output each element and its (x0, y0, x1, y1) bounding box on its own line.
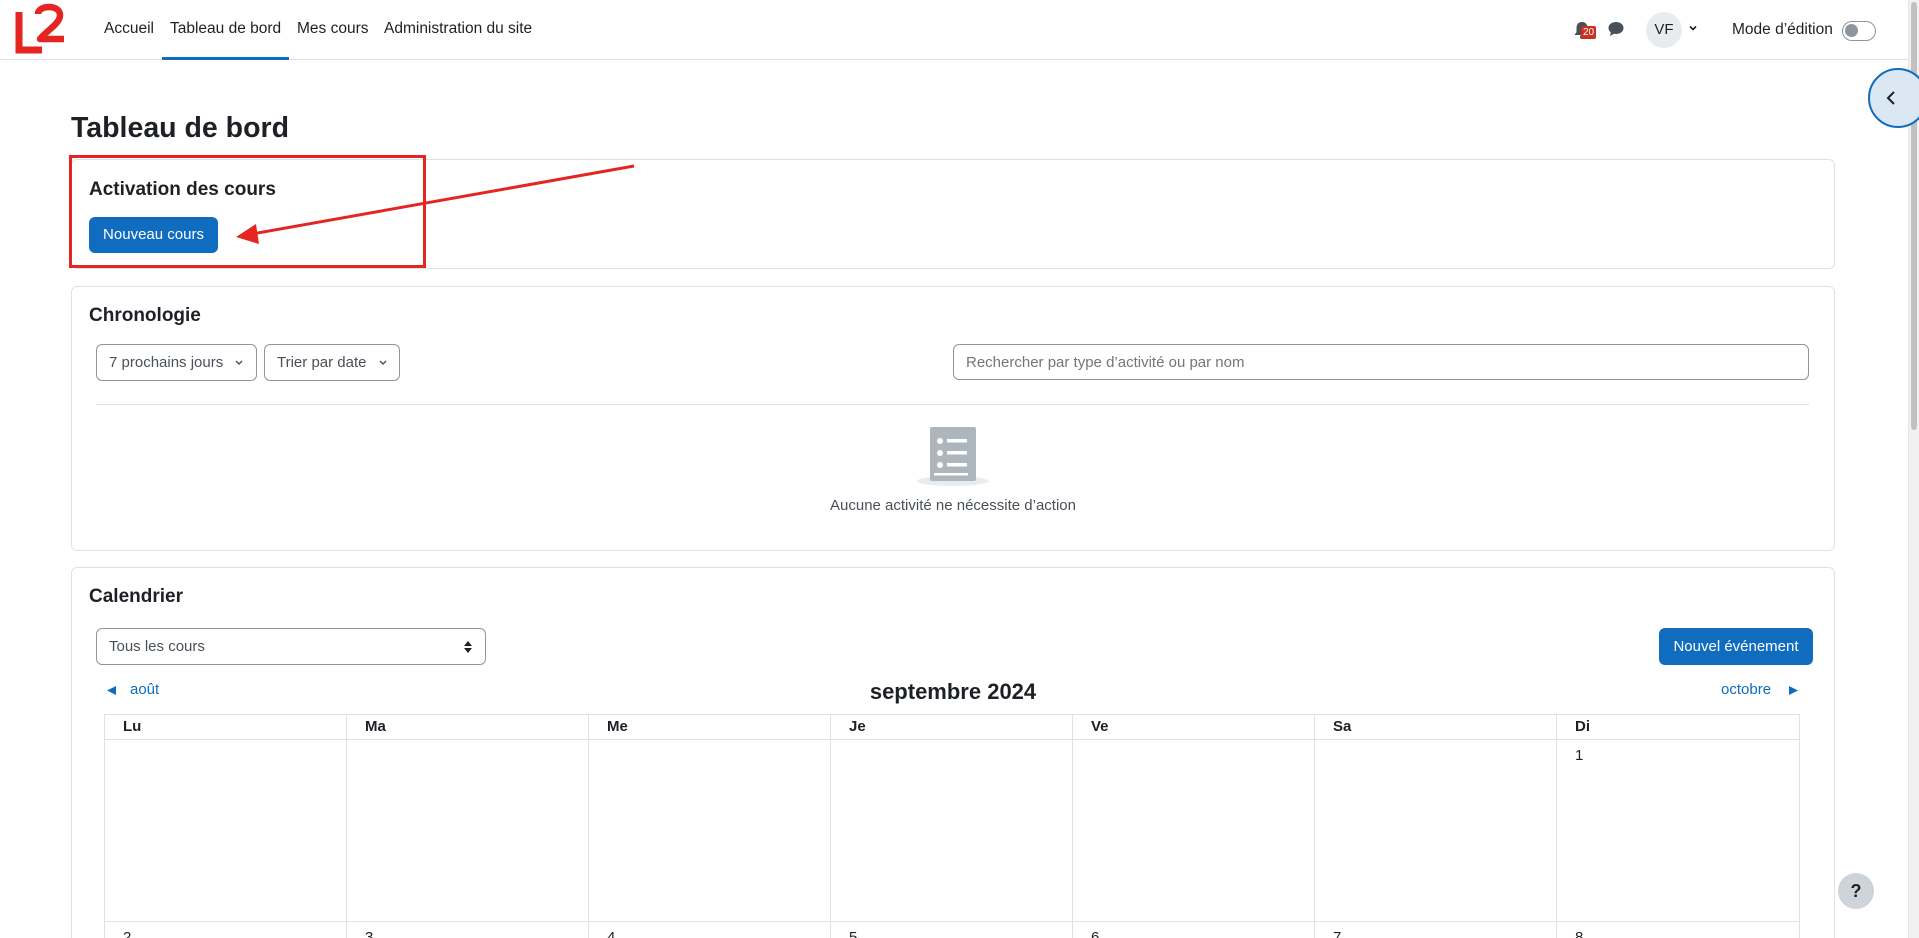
calendar-day-cell[interactable] (347, 740, 589, 922)
previous-month-link[interactable]: août (130, 681, 159, 698)
timeline-day-filter[interactable]: 7 prochains jours (96, 344, 257, 381)
help-button[interactable]: ? (1838, 873, 1874, 909)
weekday-header: Di (1557, 715, 1800, 740)
calendar-day-cell[interactable]: 7 (1315, 922, 1557, 938)
calendar-card-title: Calendrier (89, 586, 183, 607)
calendar-day-cell[interactable] (831, 740, 1073, 922)
weekday-header: Sa (1315, 715, 1557, 740)
calendar-day-cell[interactable]: 6 (1073, 922, 1315, 938)
empty-activity-list-icon (917, 427, 989, 486)
chevron-down-icon (235, 360, 243, 365)
calendar-course-select-label: Tous les cours (109, 638, 205, 655)
edit-mode-toggle[interactable] (1842, 21, 1876, 41)
timeline-search-input[interactable] (953, 344, 1809, 380)
calendar-day-cell[interactable] (105, 740, 347, 922)
calendar-month-title: septembre 2024 (869, 679, 1037, 704)
page-title: Tableau de bord (71, 112, 289, 144)
chevron-down-icon (379, 360, 387, 365)
calendar-day-cell[interactable]: 8 (1557, 922, 1800, 938)
calendar-day-cell[interactable]: 4 (589, 922, 831, 938)
triangle-right-icon[interactable] (1788, 685, 1799, 696)
nav-link-accueil[interactable]: Accueil (104, 0, 154, 60)
nav-link-administration[interactable]: Administration du site (384, 0, 532, 60)
timeline-empty-message: Aucune activité ne nécessite d’action (830, 497, 1076, 514)
sort-arrows-icon (464, 641, 472, 653)
calendar-day-cell[interactable] (589, 740, 831, 922)
timeline-card-title: Chronologie (89, 305, 201, 326)
calendar-course-select[interactable]: Tous les cours (96, 628, 486, 665)
calendar-day-cell[interactable]: 2 (105, 922, 347, 938)
weekday-header: Je (831, 715, 1073, 740)
timeline-sort-select[interactable]: Trier par date (264, 344, 400, 381)
user-avatar[interactable]: VF (1646, 12, 1682, 48)
weekday-header: Ma (347, 715, 589, 740)
chat-bubble-icon[interactable] (1607, 20, 1625, 38)
chevron-left-icon[interactable] (1884, 89, 1898, 107)
calendar-day-cell[interactable]: 3 (347, 922, 589, 938)
next-month-link[interactable]: octobre (1721, 681, 1771, 698)
calendar-day-cell[interactable] (1315, 740, 1557, 922)
scrollbar-thumb[interactable] (1911, 2, 1917, 430)
timeline-sort-label: Trier par date (277, 354, 367, 371)
weekday-header: Me (589, 715, 831, 740)
new-event-button[interactable]: Nouvel événement (1659, 628, 1813, 665)
edit-mode-label: Mode d’édition (1732, 21, 1833, 38)
calendar-day-cell[interactable]: 5 (831, 922, 1073, 938)
annotation-highlight-box (69, 155, 426, 268)
nav-link-tableau-de-bord[interactable]: Tableau de bord (162, 0, 290, 60)
triangle-left-icon[interactable] (106, 685, 117, 696)
calendar-month-grid: Lu Ma Me Je Ve Sa Di 1 2 3 4 5 6 7 8 (104, 714, 1800, 938)
notification-count-badge: 20 (1581, 26, 1597, 39)
nav-link-mes-cours[interactable]: Mes cours (297, 0, 369, 60)
page-scrollbar[interactable] (1908, 0, 1919, 938)
site-logo[interactable] (14, 2, 70, 56)
calendar-day-cell[interactable]: 1 (1557, 740, 1800, 922)
top-navbar: Accueil Tableau de bord Mes cours Admini… (0, 0, 1908, 60)
weekday-header: Ve (1073, 715, 1315, 740)
calendar-day-cell[interactable] (1073, 740, 1315, 922)
chevron-down-icon[interactable] (1687, 22, 1699, 34)
weekday-header: Lu (105, 715, 347, 740)
timeline-divider (96, 404, 1809, 405)
timeline-day-filter-label: 7 prochains jours (109, 354, 224, 371)
